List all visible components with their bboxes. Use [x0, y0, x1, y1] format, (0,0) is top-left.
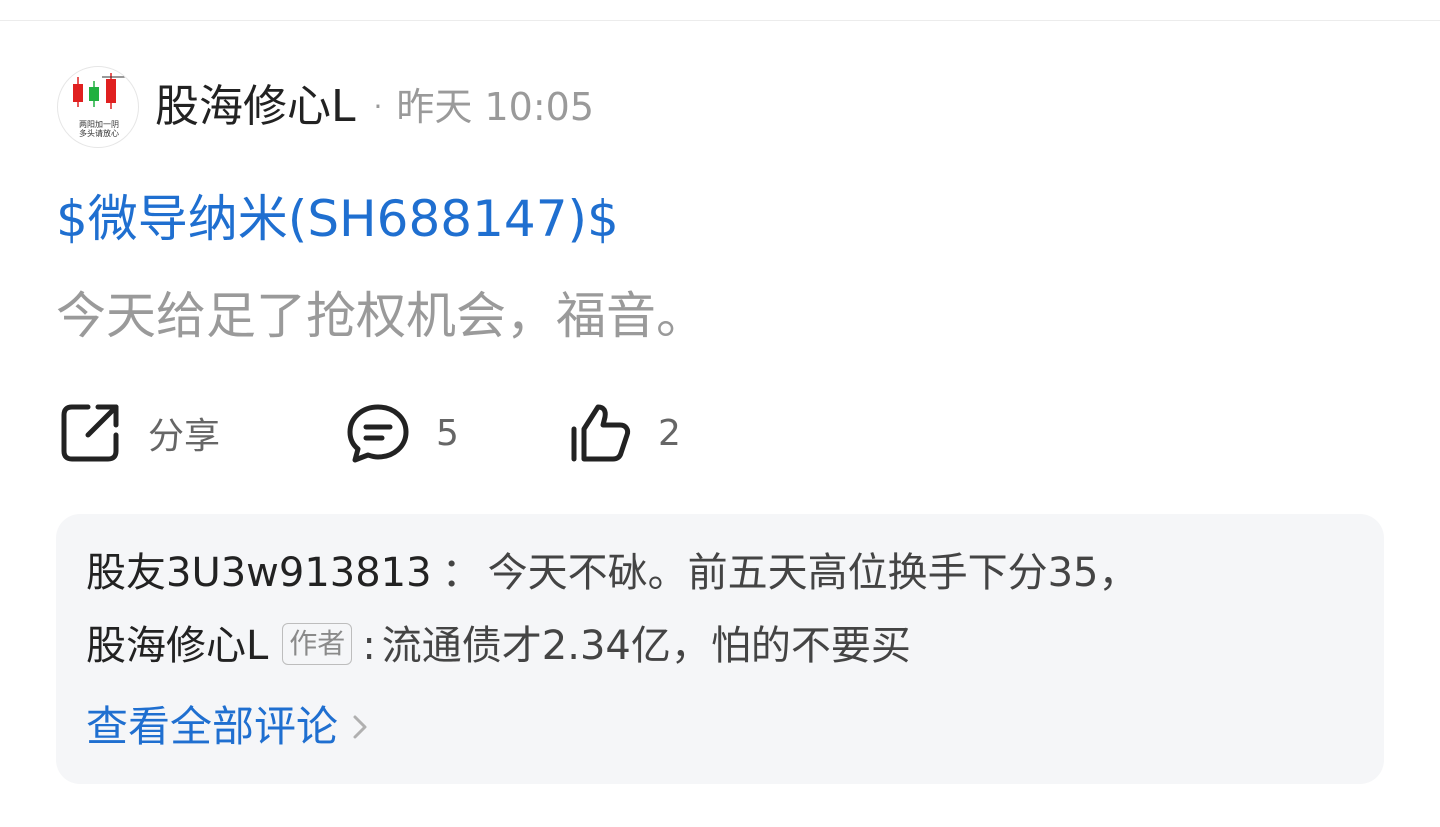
thumbs-up-icon	[571, 404, 631, 462]
commenter-name[interactable]: 股友3U3w913813	[86, 550, 432, 596]
post-time: 昨天 10:05	[396, 85, 595, 129]
meta-separator: ·	[373, 90, 383, 123]
post-content: 今天给足了抢权机会，福音。	[56, 287, 706, 345]
like-count: 2	[658, 412, 681, 454]
share-icon	[61, 404, 119, 462]
comment-colon: :	[362, 623, 376, 669]
comment-text: 流通债才2.34亿，怕的不要买	[381, 623, 911, 669]
comment-button[interactable]: 5	[346, 400, 459, 466]
avatar-caption-2: 多头请放心	[79, 129, 119, 138]
author-badge: 作者	[282, 623, 353, 665]
action-bar: 分享 5 2	[58, 400, 758, 466]
comment-text: 今天不砅。前五天高位换手下分35，	[487, 550, 1139, 596]
share-label: 分享	[148, 416, 221, 457]
commenter-name[interactable]: 股海修心L	[86, 623, 268, 669]
avatar[interactable]: 两阳加一阴 多头请放心	[57, 66, 139, 148]
comment-icon	[347, 404, 409, 463]
like-button[interactable]: 2	[568, 400, 681, 466]
chevron-right-icon	[353, 715, 367, 739]
avatar-caption-1: 两阳加一阴	[79, 120, 119, 129]
comment-count: 5	[436, 412, 459, 454]
view-all-label: 查看全部评论	[86, 702, 339, 751]
share-button[interactable]: 分享	[58, 400, 220, 466]
post-header: 两阳加一阴 多头请放心 股海修心L · 昨天 10:05	[57, 66, 594, 148]
comment-item: 股海修心L 作者: 流通债才2.34亿，怕的不要买	[86, 618, 911, 674]
comments-preview: 股友3U3w913813：今天不砅。前五天高位换手下分35， 股海修心L 作者: 流…	[56, 514, 1384, 784]
comment-colon: ：	[441, 550, 482, 596]
author-name[interactable]: 股海修心L	[155, 66, 356, 148]
top-divider	[0, 20, 1440, 21]
stock-tag-link[interactable]: $微导纳米(SH688147)$	[56, 186, 619, 252]
view-all-comments-link[interactable]: 查看全部评论	[86, 699, 368, 755]
comment-item: 股友3U3w913813：今天不砅。前五天高位换手下分35，	[86, 545, 1139, 601]
